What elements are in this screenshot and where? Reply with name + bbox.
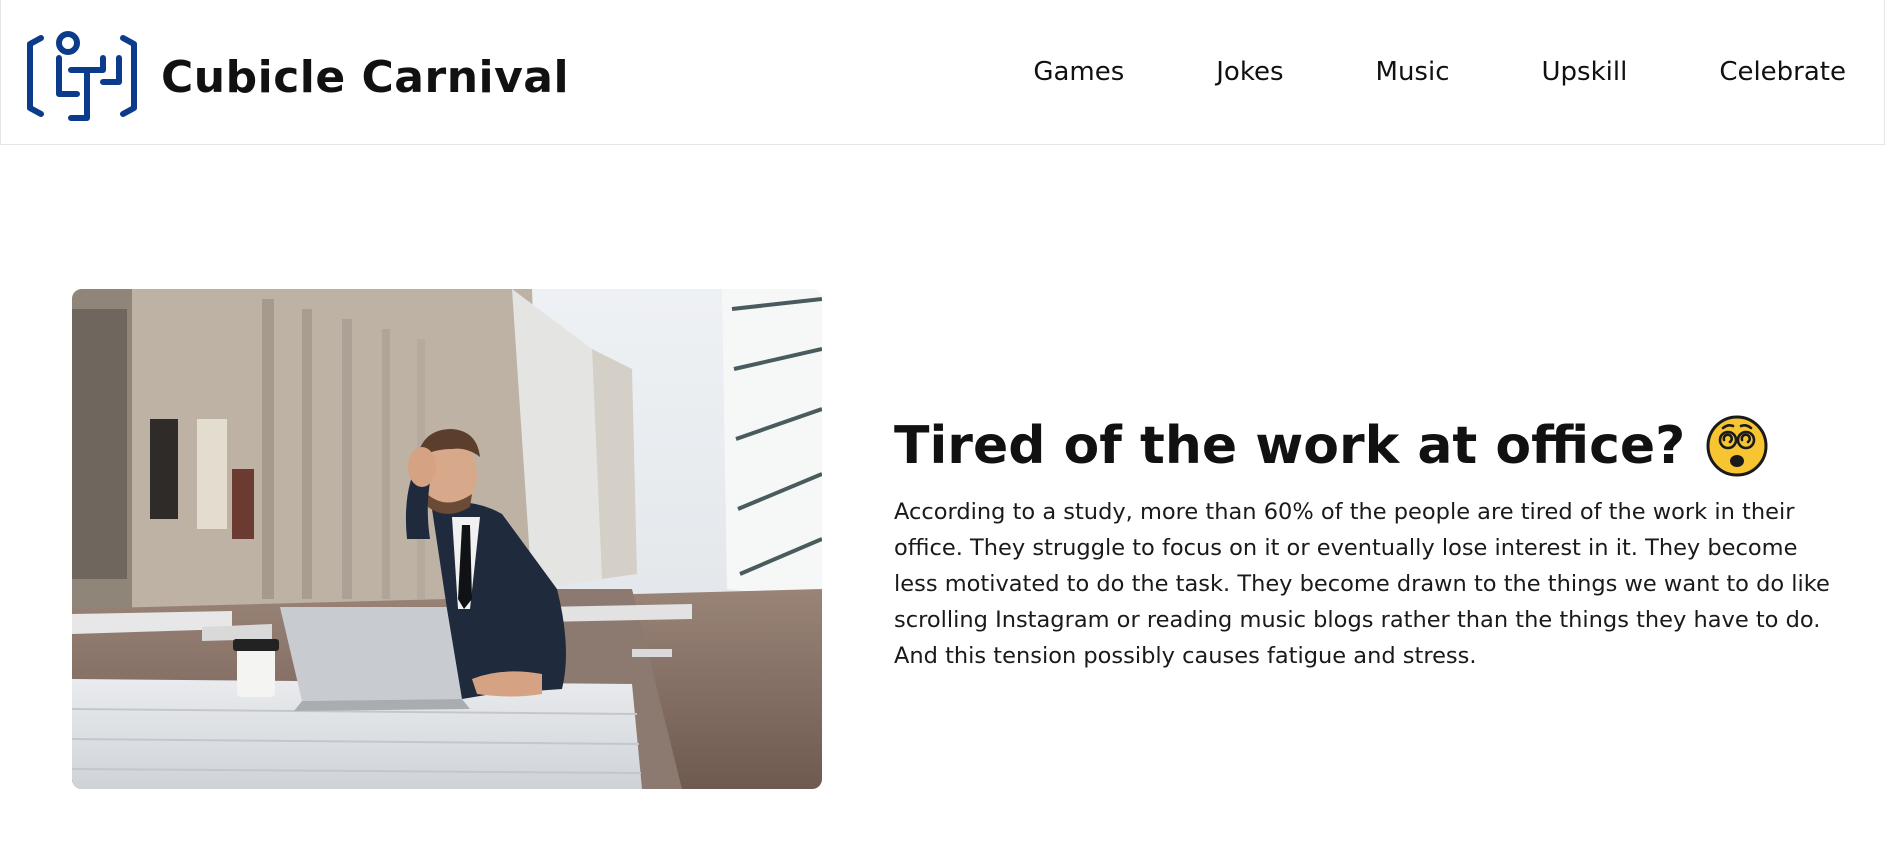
hero-image — [72, 289, 822, 789]
nav-link-celebrate[interactable]: Celebrate — [1719, 53, 1846, 91]
hero-content: Tired of the work at office? According t… — [894, 410, 1834, 674]
hero-title-text: Tired of the work at office? — [894, 416, 1686, 476]
tired-office-worker-photo — [72, 289, 822, 789]
nav-link-music[interactable]: Music — [1376, 53, 1450, 91]
nav-link-games[interactable]: Games — [1033, 53, 1124, 91]
nav-link-upskill[interactable]: Upskill — [1542, 53, 1628, 91]
site-header: Cubicle Carnival Games Jokes Music Upski… — [0, 0, 1885, 145]
brand-link[interactable]: Cubicle Carnival — [27, 30, 569, 124]
main-nav: Games Jokes Music Upskill Celebrate — [1033, 53, 1846, 91]
cubicle-worker-icon — [27, 31, 137, 121]
hero-description: According to a study, more than 60% of t… — [894, 499, 1830, 669]
dizzy-face-emoji-icon — [1706, 415, 1768, 477]
nav-link-jokes[interactable]: Jokes — [1216, 53, 1283, 91]
hero-title: Tired of the work at office? — [894, 410, 1834, 482]
brand-name: Cubicle Carnival — [161, 51, 570, 103]
